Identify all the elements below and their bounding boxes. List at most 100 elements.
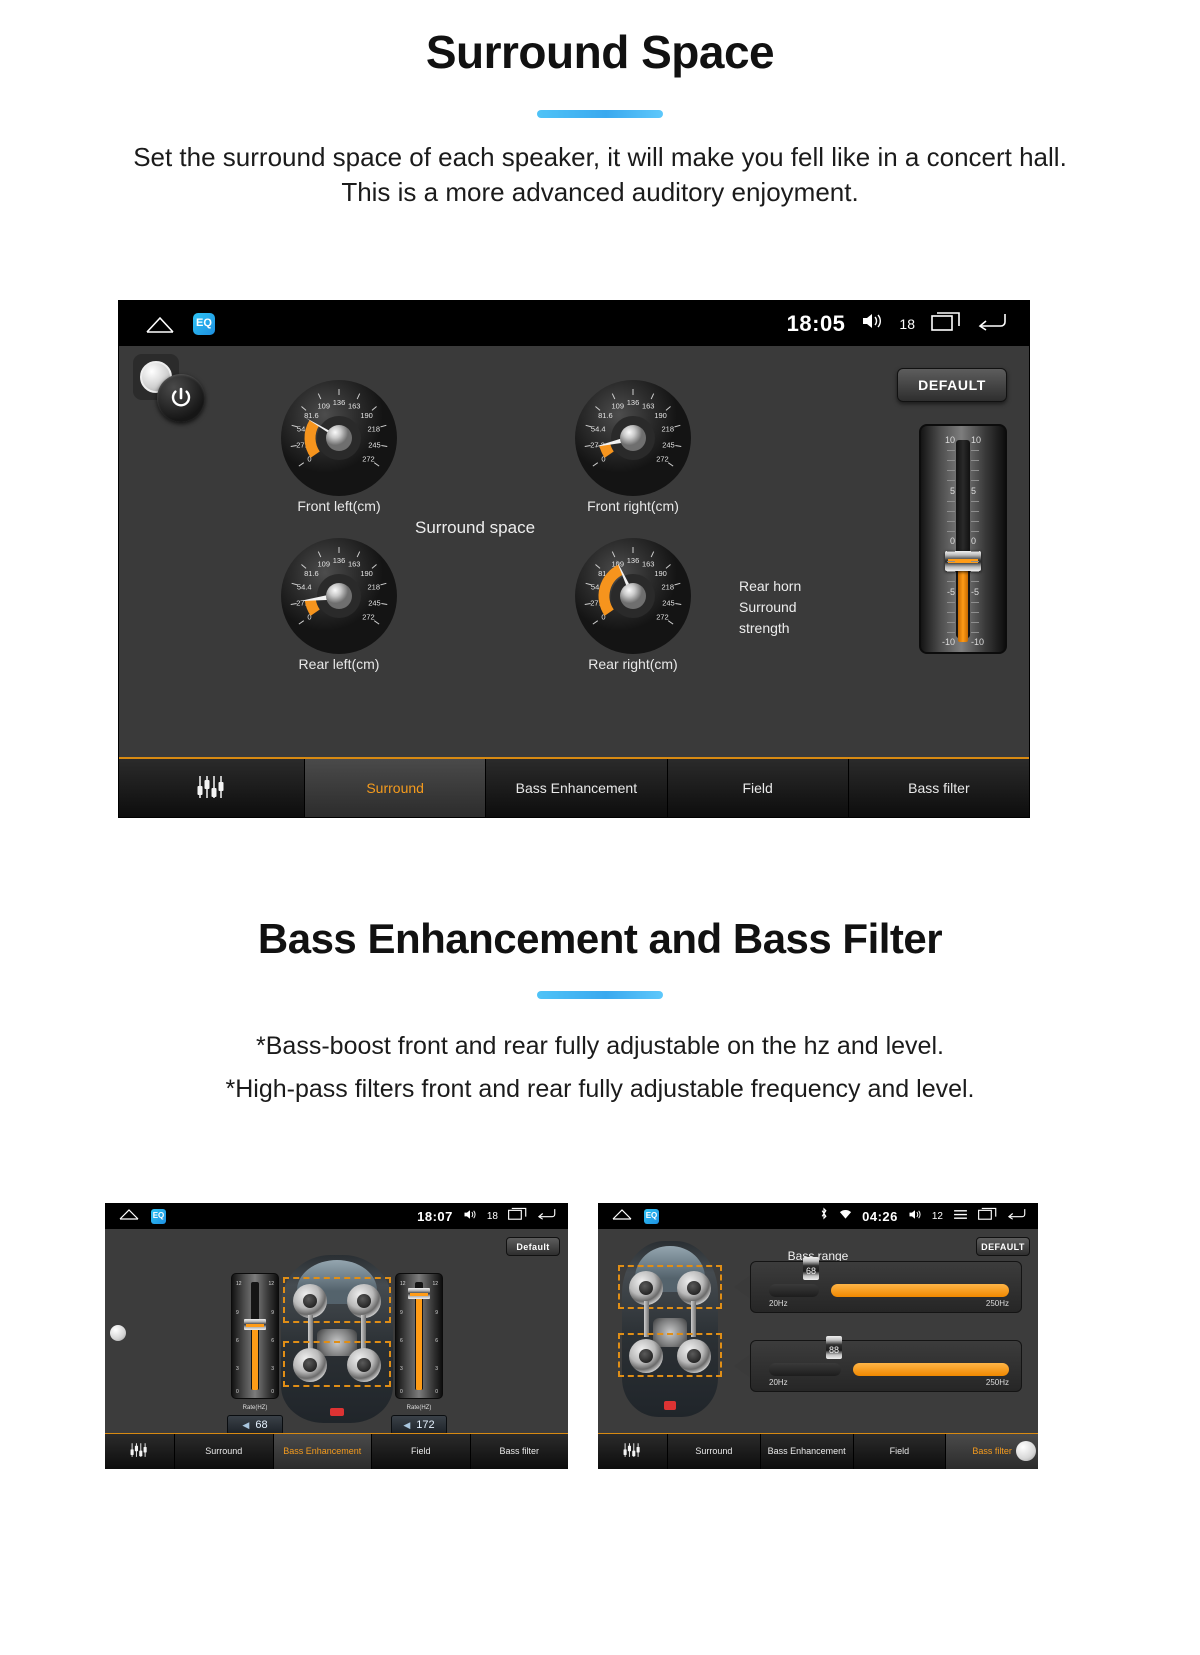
tab-surround[interactable]: Surround	[305, 759, 487, 817]
tab-label: Surround	[695, 1446, 733, 1456]
rear-horn-line-2: Surround	[739, 599, 797, 615]
equalizer-icon	[622, 1442, 643, 1461]
tab-field[interactable]: Field	[854, 1434, 947, 1469]
rear-horn-strength-slider[interactable]: 10 5 0 -5 -10 10 5 0 -5 -10	[919, 424, 1007, 654]
front-bass-range-slider[interactable]: 68 20Hz 250Hz	[750, 1257, 1022, 1313]
decrement-icon[interactable]: ◀	[403, 1420, 410, 1431]
volume-icon[interactable]	[908, 1207, 922, 1225]
rear-frequency-value[interactable]: ◀ 172	[391, 1415, 447, 1435]
decrement-icon[interactable]: ◀	[242, 1420, 249, 1431]
knob-dial-front-left[interactable]: 0 27.2 54.4 81.6 109 136 163 190 218 245 272	[265, 374, 413, 502]
slider-minor-tick	[971, 530, 979, 532]
tab-bar[interactable]: Surround Bass Enhancement Field Bass filter	[105, 1433, 568, 1469]
slider-bar[interactable]	[769, 1284, 1009, 1297]
home-icon[interactable]	[145, 315, 175, 333]
knob-dial-rear-left[interactable]: 0 27.2 54.4 81.6 109 136 163 190 218 245 272	[265, 532, 413, 660]
fader-handle[interactable]	[408, 1288, 430, 1299]
svg-text:136: 136	[333, 556, 346, 565]
tab-label: Bass filter	[499, 1446, 539, 1456]
speaker-front-right-icon	[347, 1284, 381, 1318]
default-button[interactable]: Default	[506, 1237, 560, 1256]
page-title-bass: Bass Enhancement and Bass Filter	[257, 915, 943, 962]
slider-minor-tick	[947, 611, 955, 613]
default-button[interactable]: DEFAULT	[897, 368, 1007, 402]
svg-text:163: 163	[642, 559, 655, 568]
tab-equalizer[interactable]	[105, 1434, 175, 1469]
svg-text:218: 218	[368, 583, 381, 592]
back-icon[interactable]	[977, 311, 1007, 336]
rotary-knob[interactable]	[1016, 1441, 1036, 1461]
knob-rear-left[interactable]: 0 27.2 54.4 81.6 109 136 163 190 218 245 272 Rear …	[265, 532, 413, 672]
rear-slider-min-label: 20Hz	[769, 1378, 788, 1387]
slider-minor-tick	[947, 520, 955, 522]
front-speaker-zone[interactable]	[283, 1277, 391, 1349]
speaker-rear-right-icon	[347, 1348, 381, 1382]
recents-icon[interactable]	[931, 311, 961, 336]
tab-equalizer[interactable]	[598, 1434, 668, 1469]
tab-bar[interactable]: Surround Bass Enhancement Field Bass filter	[119, 757, 1029, 817]
volume-icon[interactable]	[861, 312, 883, 335]
slider-minor-tick	[947, 450, 955, 452]
menu-icon[interactable]	[953, 1207, 968, 1225]
slider-right-segment	[831, 1284, 1009, 1297]
tab-equalizer[interactable]	[119, 759, 305, 817]
rear-speaker-zone[interactable]	[283, 1341, 391, 1387]
svg-text:245: 245	[662, 440, 675, 449]
equalizer-app-icon[interactable]: EQ	[151, 1208, 166, 1224]
fader-handle[interactable]	[244, 1319, 266, 1330]
speaker-rear-left-icon	[293, 1348, 327, 1382]
tab-bass-enhancement[interactable]: Bass Enhancement	[761, 1434, 854, 1469]
tab-surround[interactable]: Surround	[175, 1434, 274, 1469]
knob-front-right[interactable]: 0 27.2 54.4 81.6 109 136 163 190 218 245 272 Front…	[559, 374, 707, 514]
rear-bass-range-slider[interactable]: 88 20Hz 250Hz	[750, 1336, 1022, 1392]
slider-tick-label: 5	[971, 485, 977, 496]
slider-minor-tick	[971, 520, 979, 522]
home-icon[interactable]	[612, 1207, 632, 1225]
front-frequency-value[interactable]: ◀ 68	[227, 1415, 283, 1435]
front-frequency-value-text: 68	[255, 1419, 268, 1431]
slider-minor-tick	[947, 480, 955, 482]
equalizer-app-icon[interactable]: EQ	[193, 312, 215, 335]
slider-tick-label: 0	[971, 536, 977, 546]
slider-tick-label: -5	[971, 586, 980, 597]
slider-minor-tick	[947, 631, 955, 633]
tab-field[interactable]: Field	[668, 759, 849, 817]
rear-speaker-zone[interactable]	[618, 1333, 722, 1377]
back-icon[interactable]	[537, 1207, 556, 1225]
slider-minor-tick	[947, 470, 955, 472]
fader-tick: 12	[400, 1281, 406, 1287]
equalizer-app-icon[interactable]: EQ	[644, 1208, 659, 1224]
fader-tick: 3	[400, 1366, 403, 1372]
front-speaker-zone[interactable]	[618, 1265, 722, 1337]
slider-left-segment	[769, 1363, 841, 1376]
volume-level: 18	[486, 1210, 498, 1222]
tab-bass-enhancement[interactable]: Bass Enhancement	[273, 1434, 372, 1469]
rear-level-fader[interactable]: 12 12 9 9 6 6 3 3 0 0 Rate(HZ)	[395, 1273, 443, 1411]
slider-minor-tick	[947, 500, 955, 502]
tab-bass-filter[interactable]: Bass filter	[471, 1434, 569, 1469]
slider-bar[interactable]	[769, 1363, 1009, 1376]
tab-bass-filter[interactable]: Bass filter	[849, 759, 1029, 817]
slider-minor-tick	[947, 571, 955, 573]
tab-bar[interactable]: Surround Bass Enhancement Field Bass filter	[598, 1433, 1038, 1469]
power-icon[interactable]	[157, 374, 205, 422]
front-level-fader[interactable]: 12 12 9 9 6 6 3 3 0 0 Rate(HZ)	[231, 1273, 279, 1411]
knob-dial-rear-right[interactable]: 0 27.2 54.4 81.6 109 136 163 190 218 245 272	[559, 532, 707, 660]
svg-text:245: 245	[368, 440, 381, 449]
surround-space-label: Surround space	[415, 518, 536, 537]
tab-bass-enhancement[interactable]: Bass Enhancement	[486, 759, 668, 817]
rotary-knob[interactable]	[110, 1325, 126, 1341]
knob-front-left[interactable]: 0 27.2 54.4 81.6 109 136 163 190 218 245 272 Front…	[265, 374, 413, 514]
home-icon[interactable]	[119, 1207, 139, 1225]
recents-icon[interactable]	[508, 1207, 527, 1225]
recents-icon[interactable]	[978, 1207, 997, 1225]
knob-dial-front-right[interactable]: 0 27.2 54.4 81.6 109 136 163 190 218 245 272	[559, 374, 707, 502]
tab-field[interactable]: Field	[372, 1434, 471, 1469]
slider-tick-label: 0	[949, 536, 955, 546]
volume-icon[interactable]	[463, 1207, 477, 1225]
tab-surround[interactable]: Surround	[668, 1434, 761, 1469]
svg-text:136: 136	[333, 398, 346, 407]
knob-rear-right[interactable]: 0 27.2 54.4 81.6 109 136 163 190 218 245 272 Rear …	[559, 532, 707, 672]
back-icon[interactable]	[1007, 1207, 1026, 1225]
screen-content: 0 27.2 54.4 81.6 109 136 163 190 218 245 272 Front…	[119, 346, 1029, 757]
